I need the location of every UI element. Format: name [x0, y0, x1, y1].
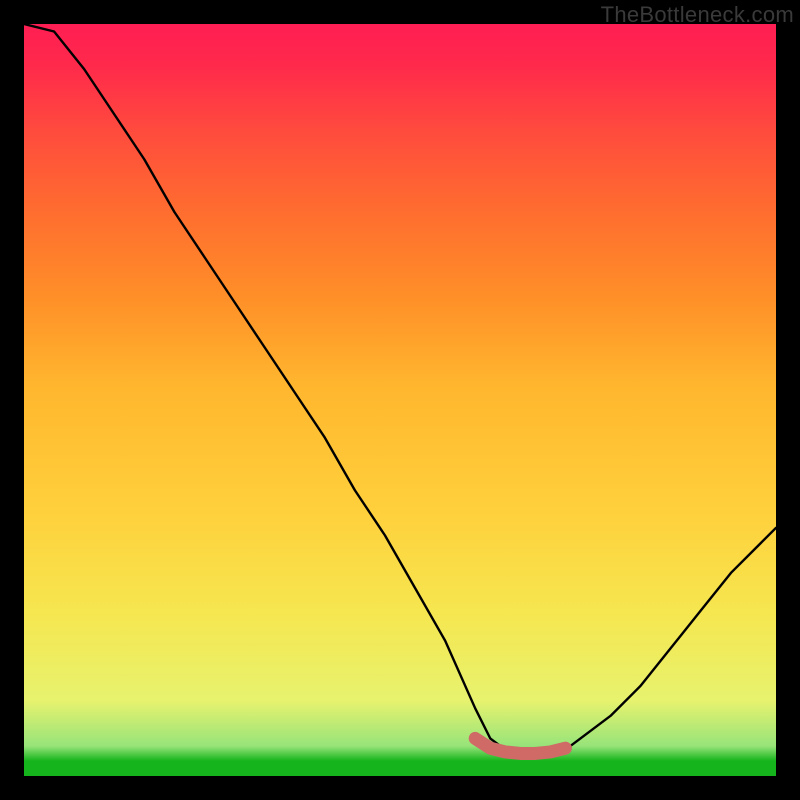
curve-layer — [24, 24, 776, 776]
watermark-text: TheBottleneck.com — [601, 2, 794, 28]
bottleneck-curve — [24, 24, 776, 753]
optimum-marker — [475, 738, 565, 753]
plot-area — [24, 24, 776, 776]
chart-stage: TheBottleneck.com — [0, 0, 800, 800]
